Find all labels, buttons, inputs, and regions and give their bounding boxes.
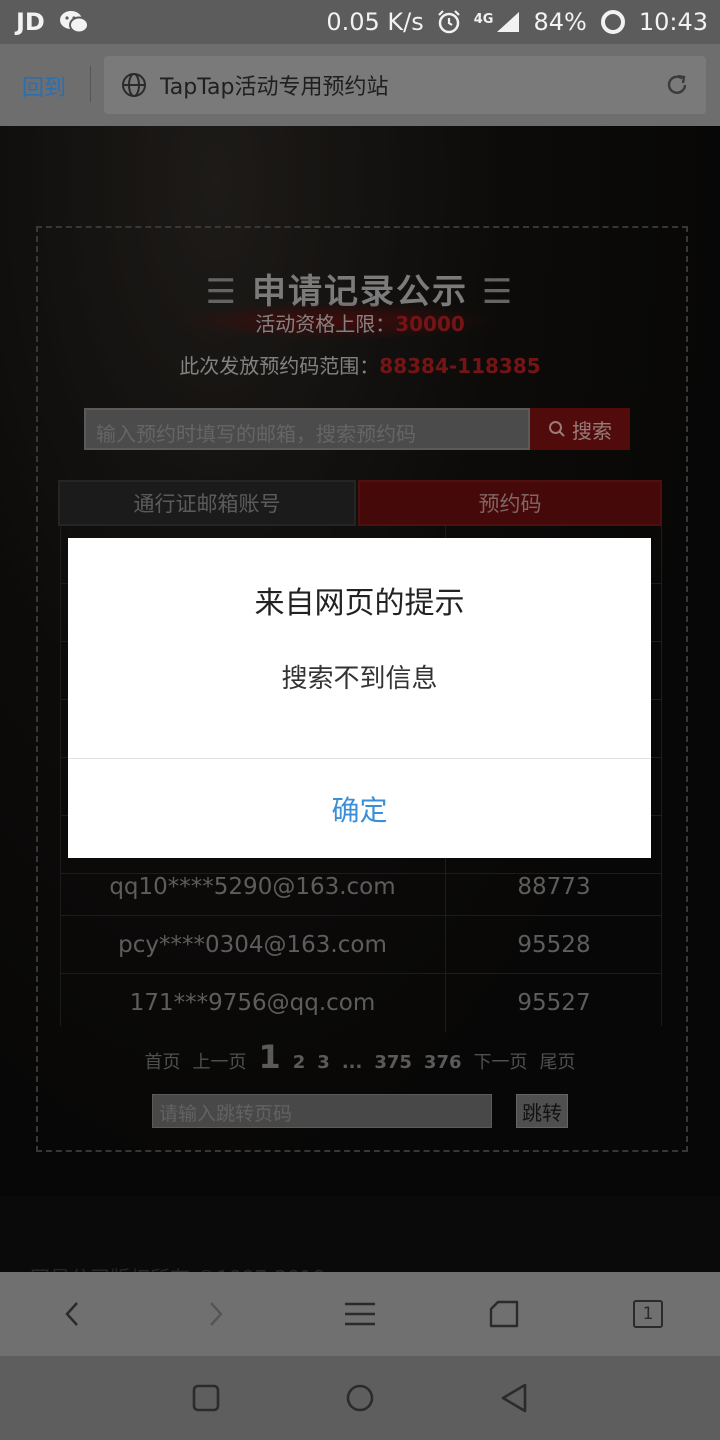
wechat-icon — [59, 11, 89, 34]
circle-icon — [346, 1384, 374, 1412]
alarm-icon — [437, 10, 460, 34]
tabs-button[interactable]: 1 — [576, 1272, 720, 1356]
browser-toolbar: 1 — [0, 1272, 720, 1356]
page-title: TapTap活动专用预约站 — [160, 75, 389, 100]
tabs-icon: 1 — [633, 1300, 663, 1328]
url-box[interactable]: TapTap活动专用预约站 — [104, 56, 706, 114]
ok-button[interactable]: 确定 — [68, 759, 651, 858]
chevron-right-icon — [210, 1302, 223, 1326]
back-nav-button[interactable] — [437, 1356, 591, 1440]
tab-count: 1 — [642, 1304, 654, 1324]
battery-percent: 84% — [533, 8, 587, 36]
jd-app-icon: JD — [16, 8, 45, 36]
home-button[interactable] — [432, 1272, 576, 1356]
browser-address-bar: 回到 TapTap活动专用预约站 — [0, 44, 720, 126]
menu-icon — [345, 1302, 375, 1326]
menu-button[interactable] — [288, 1272, 432, 1356]
divider — [90, 66, 91, 102]
home-nav-button[interactable] — [283, 1356, 437, 1440]
chevron-left-icon — [65, 1302, 78, 1326]
recents-button[interactable] — [129, 1356, 283, 1440]
back-link[interactable]: 回到 — [22, 70, 66, 102]
battery-ring-icon — [600, 10, 625, 34]
reload-icon[interactable] — [664, 72, 690, 98]
forward-button[interactable] — [144, 1272, 288, 1356]
back-button[interactable] — [0, 1272, 144, 1356]
signal-icon — [497, 12, 520, 32]
dialog-title: 来自网页的提示 — [254, 586, 465, 621]
triangle-back-icon — [501, 1383, 527, 1413]
alert-dialog: 来自网页的提示 搜索不到信息 确定 — [68, 538, 651, 858]
home-icon — [489, 1300, 519, 1328]
status-bar: JD 0.05 K/s 4G 84% 10:43 — [0, 0, 720, 44]
system-nav-bar — [0, 1356, 720, 1440]
network-type: 4G — [473, 12, 494, 27]
square-icon — [192, 1384, 220, 1412]
clock: 10:43 — [638, 8, 708, 36]
globe-icon — [122, 73, 146, 97]
net-speed: 0.05 K/s — [326, 8, 424, 36]
dialog-message: 搜索不到信息 — [281, 664, 438, 694]
